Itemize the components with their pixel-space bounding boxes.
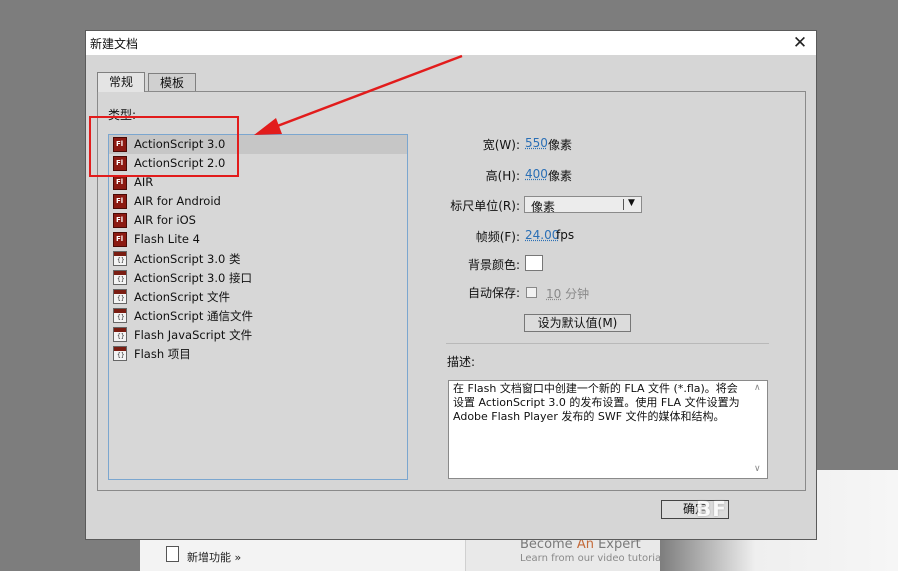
script-doc-icon — [113, 270, 127, 285]
list-item-label: Flash JavaScript 文件 — [134, 328, 253, 342]
flash-fla-icon — [113, 194, 127, 209]
new-features-link[interactable]: 新增功能 » — [187, 549, 241, 565]
tab-general[interactable]: 常规 — [97, 72, 145, 92]
autosave-minutes[interactable]: 10 — [546, 287, 561, 301]
height-unit: 像素 — [548, 169, 573, 183]
list-item-as-file[interactable]: ActionScript 文件 — [109, 287, 407, 306]
list-item-air-ios[interactable]: AIR for iOS — [109, 211, 407, 230]
tab-templates[interactable]: 模板 — [148, 73, 196, 91]
list-item-label: Flash 项目 — [134, 347, 191, 361]
project-doc-icon — [113, 346, 127, 361]
width-unit: 像素 — [548, 138, 573, 152]
ruler-units-select[interactable]: 像素 ▼ — [524, 196, 642, 214]
frame-rate-unit: fps — [556, 228, 575, 242]
close-icon[interactable]: ✕ — [790, 34, 810, 52]
script-doc-icon — [113, 308, 127, 323]
height-label: 高(H): — [485, 169, 520, 183]
list-item-label: ActionScript 3.0 接口 — [134, 271, 252, 285]
ruler-units-label: 标尺单位(R): — [450, 199, 520, 213]
width-value[interactable]: 550 — [525, 136, 548, 150]
flash-fla-icon — [113, 213, 127, 228]
script-doc-icon — [113, 251, 127, 266]
flash-fla-icon — [113, 232, 127, 247]
autosave-checkbox[interactable] — [526, 287, 537, 298]
set-default-button[interactable]: 设为默认值(M) — [524, 314, 631, 332]
list-item-as-comm-file[interactable]: ActionScript 通信文件 — [109, 306, 407, 325]
list-item-air-android[interactable]: AIR for Android — [109, 192, 407, 211]
dialog-title: 新建文档 — [90, 37, 139, 51]
new-document-dialog: 新建文档 ✕ 常规 模板 类型: ActionScript 3.0 Action… — [85, 30, 817, 540]
list-item-label: ActionScript 3.0 类 — [134, 252, 241, 266]
flash-fla-icon — [113, 175, 127, 190]
list-item-label: AIR for iOS — [134, 213, 196, 227]
select-divider — [623, 199, 624, 210]
list-item-label: AIR — [134, 175, 154, 189]
background-color-swatch[interactable] — [525, 255, 543, 271]
autosave-duration: 10 分钟 — [546, 285, 589, 302]
section-divider — [446, 343, 769, 344]
scroll-down-icon[interactable]: ∨ — [754, 464, 761, 474]
frame-rate-value[interactable]: 24.00 — [525, 228, 559, 242]
document-type-list[interactable]: ActionScript 3.0 ActionScript 2.0 AIR AI… — [108, 134, 408, 480]
list-item-label: Flash Lite 4 — [134, 232, 200, 246]
document-icon — [166, 546, 179, 562]
width-label: 宽(W): — [482, 138, 520, 152]
list-item-label: ActionScript 文件 — [134, 290, 231, 304]
list-item-label: ActionScript 通信文件 — [134, 309, 254, 323]
chevron-down-icon: ▼ — [628, 198, 635, 208]
description-label: 描述: — [447, 355, 476, 369]
description-text: 在 Flash 文档窗口中创建一个新的 FLA 文件 (*.fla)。将会设置 … — [453, 382, 740, 423]
list-item-flash-lite[interactable]: Flash Lite 4 — [109, 230, 407, 249]
list-item-as3-interface[interactable]: ActionScript 3.0 接口 — [109, 268, 407, 287]
watermark-logo: BF — [696, 497, 727, 521]
autosave-unit: 分钟 — [565, 287, 590, 301]
list-item-as3-class[interactable]: ActionScript 3.0 类 — [109, 249, 407, 268]
frame-rate-label: 帧频(F): — [475, 230, 520, 244]
autosave-label: 自动保存: — [467, 286, 520, 300]
list-item-flash-project[interactable]: Flash 项目 — [109, 344, 407, 363]
description-box: 在 Flash 文档窗口中创建一个新的 FLA 文件 (*.fla)。将会设置 … — [448, 380, 768, 479]
scroll-up-icon[interactable]: ∧ — [754, 383, 761, 393]
script-doc-icon — [113, 289, 127, 304]
dialog-titlebar: 新建文档 ✕ — [86, 31, 816, 55]
annotation-highlight-box — [89, 116, 239, 177]
ruler-units-value: 像素 — [531, 200, 556, 214]
learn-videos-text: Learn from our video tutoria — [520, 553, 662, 564]
script-doc-icon — [113, 327, 127, 342]
background-color-label: 背景颜色: — [467, 258, 520, 272]
list-item-jsfl-file[interactable]: Flash JavaScript 文件 — [109, 325, 407, 344]
list-item-label: AIR for Android — [134, 194, 221, 208]
height-value[interactable]: 400 — [525, 167, 548, 181]
